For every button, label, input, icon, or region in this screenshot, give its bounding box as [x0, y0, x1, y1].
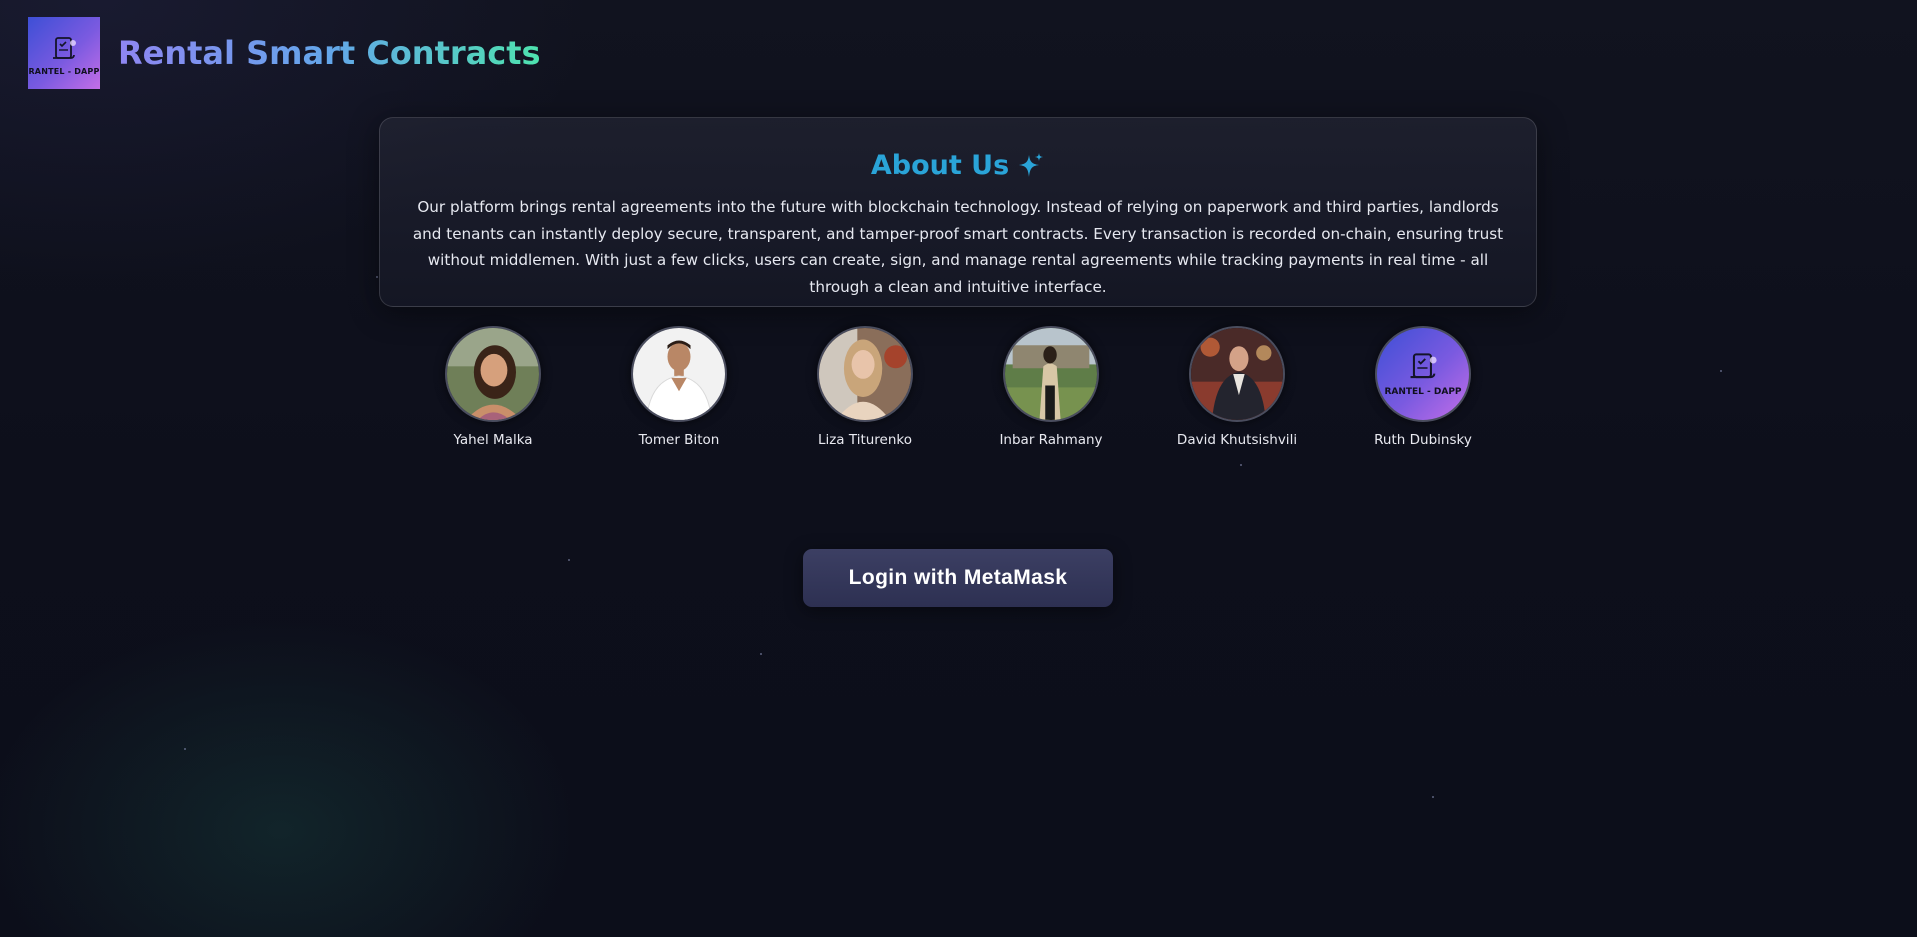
avatar: RANTEL - DAPP	[1375, 326, 1471, 422]
background-star	[760, 653, 762, 655]
background-star	[184, 748, 186, 750]
team-member-name: Ruth Dubinsky	[1374, 432, 1472, 448]
app-logo[interactable]: RANTEL - DAPP	[28, 17, 100, 89]
team-member: Yahel Malka	[413, 326, 573, 448]
team-member: Inbar Rahmany	[971, 326, 1131, 448]
team-member-name: Yahel Malka	[453, 432, 533, 448]
background-star	[376, 276, 378, 278]
background-star	[568, 559, 570, 561]
team-member-name: Inbar Rahmany	[999, 432, 1103, 448]
team-member-name: David Khutsishvili	[1176, 432, 1298, 448]
team-member: Tomer Biton	[599, 326, 759, 448]
logo-text: RANTEL - DAPP	[28, 66, 100, 76]
avatar	[817, 326, 913, 422]
avatar-logo-text: RANTEL - DAPP	[1384, 387, 1462, 397]
about-us-heading-text: About Us	[870, 150, 1010, 181]
team-member: Liza Titurenko	[785, 326, 945, 448]
team-member: RANTEL - DAPP Ruth Dubinsky	[1343, 326, 1503, 448]
about-us-heading: About Us	[871, 150, 1045, 181]
team-section: Yahel Malka Tomer Biton Liza Titurenko I…	[0, 326, 1917, 456]
login-metamask-button[interactable]: Login with MetaMask	[803, 549, 1113, 607]
team-member-name: Tomer Biton	[638, 432, 720, 448]
background-star	[1240, 464, 1242, 466]
avatar	[1003, 326, 1099, 422]
about-us-card: About Us Our platform brings rental agre…	[379, 117, 1537, 307]
background-star	[1432, 796, 1434, 798]
app-header: RANTEL - DAPP Rental Smart Contracts	[28, 17, 541, 89]
sparkles-icon	[1019, 152, 1044, 177]
team-member-name: Liza Titurenko	[817, 432, 913, 448]
avatar	[445, 326, 541, 422]
avatar	[1189, 326, 1285, 422]
about-us-description: Our platform brings rental agreements in…	[412, 198, 1504, 296]
app-title: Rental Smart Contracts	[118, 34, 541, 72]
contract-scroll-icon	[53, 36, 76, 59]
avatar	[631, 326, 727, 422]
contract-scroll-icon	[1410, 353, 1437, 379]
team-member: David Khutsishvili	[1157, 326, 1317, 448]
